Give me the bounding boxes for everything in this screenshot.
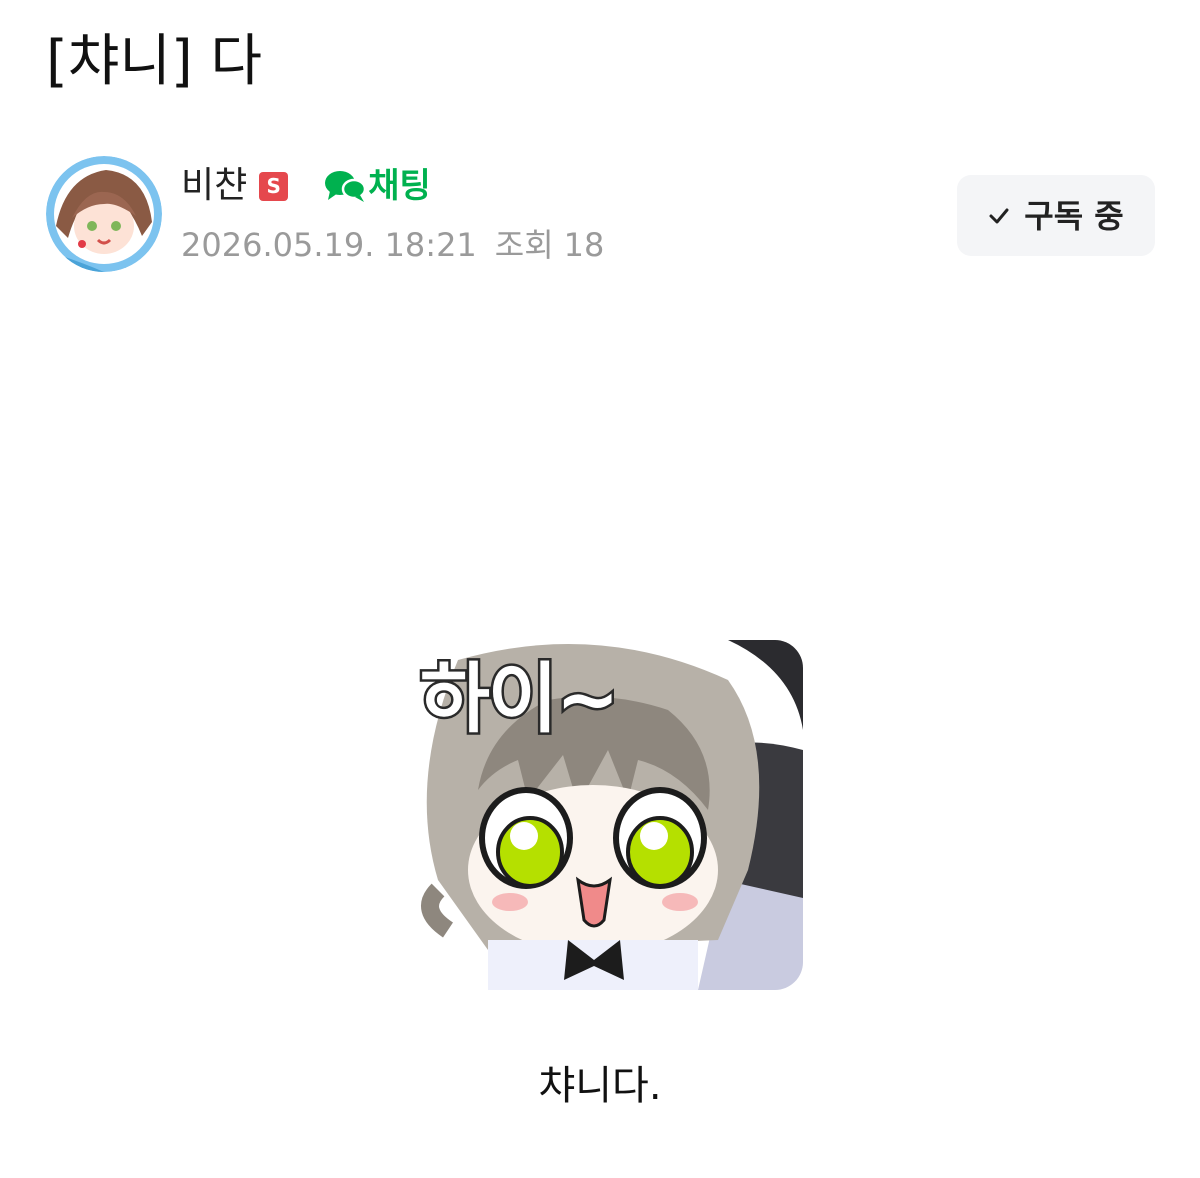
subscribe-label: 구독 중 bbox=[1024, 196, 1124, 235]
post-date: 2026.05.19. 18:21 bbox=[181, 226, 477, 264]
chat-bubbles-icon bbox=[325, 171, 367, 202]
views-label: 조회 bbox=[494, 226, 554, 264]
post-meta: 2026.05.19. 18:21 조회 18 bbox=[181, 222, 604, 268]
sticker-caption: 하이~ bbox=[418, 652, 623, 746]
chat-label: 채팅 bbox=[368, 166, 431, 206]
post-body-text: 챠니다. bbox=[538, 1063, 662, 1109]
level-badge: S bbox=[259, 171, 289, 201]
author-row: 비챤 S 채팅 bbox=[181, 162, 431, 210]
check-icon bbox=[989, 208, 1009, 223]
chat-button[interactable]: 채팅 bbox=[324, 162, 431, 210]
author-name[interactable]: 비챤 bbox=[181, 162, 247, 210]
post-title: [챠니] 다 bbox=[46, 29, 263, 94]
author-avatar[interactable] bbox=[46, 156, 162, 272]
views-count: 18 bbox=[563, 226, 605, 264]
subscribe-button[interactable]: 구독 중 bbox=[957, 175, 1155, 256]
sticker-image[interactable]: 하이~ bbox=[398, 640, 803, 990]
